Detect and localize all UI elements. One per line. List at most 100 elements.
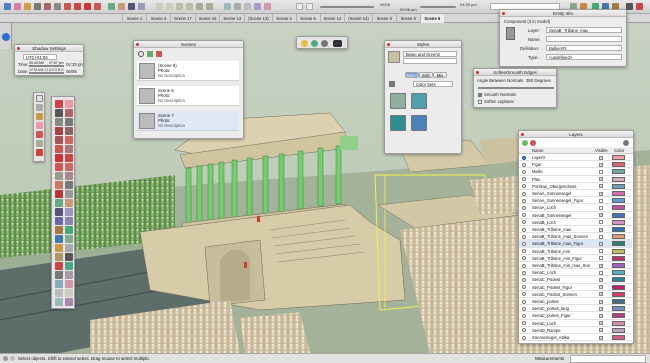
fog-icon[interactable]	[55, 289, 63, 297]
layer-color-swatch[interactable]	[612, 234, 625, 240]
scene-item[interactable]: (Scene 9) Photo: No Description	[137, 61, 239, 81]
layer-visible-checkbox[interactable]: ✓	[599, 335, 603, 340]
layer-select[interactable]: SeriaB_Tribüne_max	[546, 27, 622, 33]
sandbox-icon[interactable]	[55, 253, 63, 261]
close-icon[interactable]	[476, 71, 479, 74]
layer-color-swatch[interactable]	[612, 277, 625, 283]
layer-visible-checkbox[interactable]: ✓	[599, 227, 603, 232]
tape-icon[interactable]	[36, 140, 43, 147]
zoom-window-icon[interactable]	[65, 208, 73, 216]
walk-icon[interactable]	[65, 226, 73, 234]
layer-color-swatch[interactable]	[612, 255, 625, 261]
current-layer-radio[interactable]	[522, 285, 526, 290]
component-icon[interactable]	[65, 244, 73, 252]
name-field[interactable]	[546, 36, 622, 42]
layer-row[interactable]: SeriaB_Loch	[519, 219, 632, 226]
layer-visible-checkbox[interactable]: ✓	[599, 285, 603, 290]
layer-visible-checkbox[interactable]: ✓	[599, 191, 603, 196]
current-layer-radio[interactable]	[522, 321, 526, 326]
pie-icon[interactable]	[65, 136, 73, 144]
layer-visible-checkbox[interactable]: ✓	[599, 184, 603, 189]
paint-icon[interactable]	[36, 113, 43, 120]
color-sets-dropdown[interactable]: Color Sets	[413, 81, 453, 87]
layer-row[interactable]: SeriaC_portes_Figur ✓	[519, 312, 632, 320]
close-icon[interactable]	[502, 12, 505, 15]
top-view-icon[interactable]	[166, 3, 173, 10]
rotate-icon[interactable]	[84, 3, 91, 10]
layer-color-swatch[interactable]	[612, 284, 625, 290]
shaded-icon[interactable]	[254, 3, 261, 10]
current-layer-radio[interactable]	[522, 335, 526, 340]
eye-icon[interactable]	[321, 40, 328, 47]
scene-tab[interactable]: Scene 6	[419, 14, 444, 23]
info-icon[interactable]	[55, 271, 63, 279]
scene-item[interactable]: Scene 5 Photo: No Description	[137, 86, 239, 106]
follow-me-icon[interactable]	[65, 145, 73, 153]
layer-visible-checkbox[interactable]: ✓	[599, 162, 603, 167]
current-layer-radio[interactable]	[522, 169, 526, 174]
entity-info-title[interactable]: Entity Info	[500, 10, 626, 17]
paint-bucket-icon[interactable]	[55, 244, 63, 252]
section-icon[interactable]	[65, 235, 73, 243]
eraser-icon[interactable]	[36, 122, 43, 129]
line-icon[interactable]	[34, 3, 41, 10]
rectangle-icon[interactable]	[55, 118, 63, 126]
geo-icon[interactable]	[10, 356, 15, 361]
current-layer-radio[interactable]	[522, 270, 526, 275]
look-around-icon[interactable]	[55, 235, 63, 243]
share-icon[interactable]	[65, 262, 73, 270]
layer-visible-checkbox[interactable]: ✓	[599, 328, 603, 333]
layer-row[interactable]: SeriaA_Sonnensegel_Figur	[519, 197, 632, 205]
scene-item[interactable]: Scene 7 Photo: No Description	[137, 111, 239, 131]
scenes-icon[interactable]	[55, 298, 63, 306]
utc-select[interactable]: UTC+01:00	[23, 54, 57, 60]
layer-visible-checkbox[interactable]: ✓	[599, 263, 603, 268]
offset-icon[interactable]	[94, 3, 101, 10]
scene-tab[interactable]: (Scene 14)	[344, 14, 371, 23]
rotated-rect-icon[interactable]	[65, 118, 73, 126]
layer-visible-checkbox[interactable]: ✓	[599, 306, 603, 311]
remove-scene-icon[interactable]	[156, 51, 162, 57]
add-layer-icon[interactable]	[522, 140, 528, 146]
scene-tab[interactable]: Scene 4	[146, 14, 170, 23]
protractor-icon[interactable]	[55, 181, 63, 189]
layer-row[interactable]: SeriaB_Tribüne_max_Sonnen	[519, 233, 632, 241]
orbit-icon[interactable]	[108, 3, 115, 10]
layer-visible-checkbox[interactable]: ✓	[599, 299, 603, 304]
freehand-icon[interactable]	[65, 109, 73, 117]
current-layer-radio[interactable]	[522, 220, 526, 225]
layer-visible-checkbox[interactable]: ✓	[599, 277, 603, 282]
layer-color-swatch[interactable]	[612, 263, 625, 268]
layers-icon[interactable]	[65, 271, 73, 279]
current-layer-radio[interactable]	[522, 227, 526, 232]
eraser-icon[interactable]	[14, 3, 21, 10]
tab-mix[interactable]: Mix	[433, 72, 447, 78]
style-desc-field[interactable]	[403, 58, 457, 64]
layer-row[interactable]: SeriaB_Sonnensegel ✓	[519, 212, 632, 219]
scene-tab[interactable]: Scene 5	[395, 14, 420, 23]
layer-row[interactable]: Portikus_Obergeschoss ✓	[519, 183, 632, 190]
push-pull-icon[interactable]	[64, 3, 71, 10]
pan-icon[interactable]	[118, 3, 125, 10]
tape-measure-icon[interactable]	[55, 172, 63, 180]
refresh-scene-icon[interactable]	[138, 51, 144, 57]
fog-icon[interactable]	[306, 3, 313, 10]
layer-row[interactable]: SeriaC_Loch	[519, 269, 632, 277]
match-photo-icon[interactable]	[65, 298, 73, 306]
scenes-title[interactable]: Scenes	[134, 41, 243, 48]
warehouse-icon[interactable]	[65, 253, 73, 261]
pan-icon[interactable]	[65, 199, 73, 207]
layer-row[interactable]: SeriaC_Podest_Figur ✓	[519, 284, 632, 291]
layer-row[interactable]: SeriaB_Tribüne_max ✓	[519, 226, 632, 234]
layer-visible-checkbox[interactable]: ✓	[599, 313, 603, 318]
arc-icon[interactable]	[55, 136, 63, 144]
layer-visible-checkbox[interactable]	[599, 205, 603, 210]
previous-view-icon[interactable]	[65, 217, 73, 225]
current-layer-radio[interactable]	[522, 234, 526, 239]
select-icon[interactable]	[36, 95, 43, 102]
layer-color-swatch[interactable]	[612, 299, 625, 304]
shadows-icon[interactable]	[296, 3, 303, 10]
layer-color-swatch[interactable]	[612, 191, 625, 196]
close-icon[interactable]	[136, 43, 139, 46]
shadow-icon[interactable]	[65, 289, 73, 297]
